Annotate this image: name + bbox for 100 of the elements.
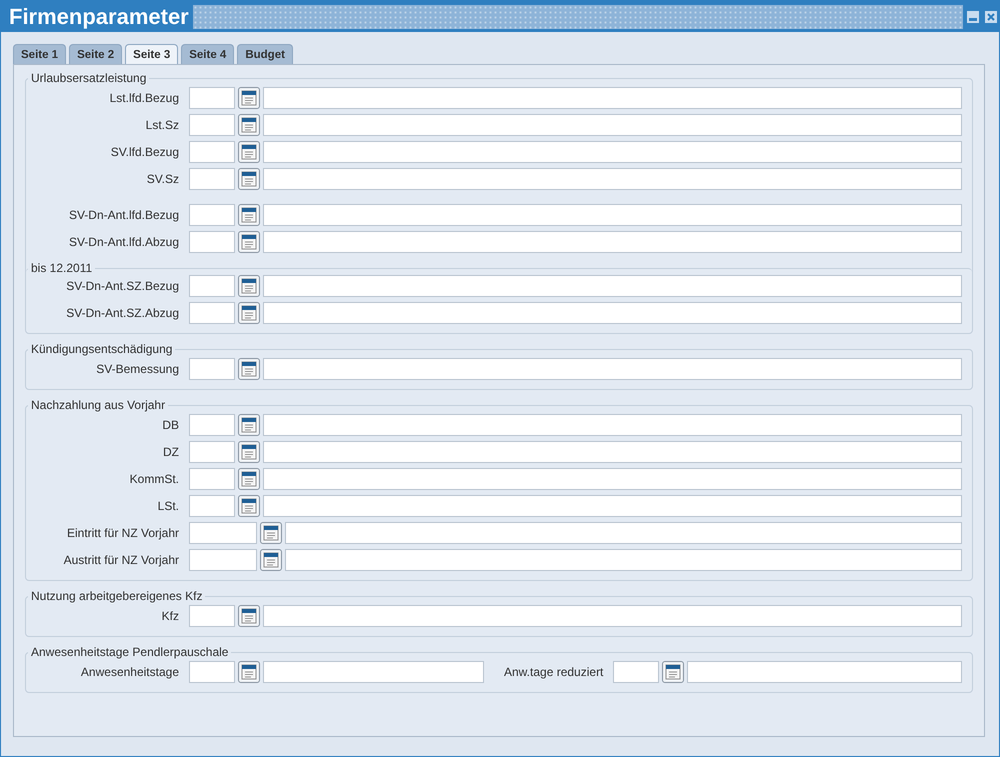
description-field[interactable] [263, 114, 962, 136]
code-field[interactable] [189, 141, 235, 163]
description-field[interactable] [263, 495, 962, 517]
field-label: Austritt für NZ Vorjahr [62, 553, 180, 567]
list-icon [241, 305, 257, 321]
lookup-button[interactable] [238, 414, 260, 436]
list-icon [241, 90, 257, 106]
description-field[interactable] [285, 549, 962, 571]
lookup-button[interactable] [260, 549, 282, 571]
description-field[interactable] [263, 661, 484, 683]
lookup-button[interactable] [238, 231, 260, 253]
lookup-button[interactable] [238, 441, 260, 463]
lookup-button[interactable] [238, 141, 260, 163]
list-icon [665, 664, 682, 680]
lookup-button[interactable] [662, 661, 684, 683]
description-field[interactable] [285, 522, 962, 544]
field-label: SV.lfd.Bezug [110, 145, 180, 159]
group-legend: Urlaubsersatzleistung [28, 71, 150, 85]
group-legend: Nutzung arbeitgebereigenes Kfz [28, 589, 206, 603]
code-field[interactable] [189, 522, 257, 544]
code-field[interactable] [189, 468, 235, 490]
tab[interactable]: Seite 4 [181, 44, 234, 64]
code-field[interactable] [189, 441, 235, 463]
description-field[interactable] [263, 168, 962, 190]
field-label: DB [161, 418, 180, 432]
lookup-button[interactable] [260, 522, 282, 544]
lookup-button[interactable] [238, 114, 260, 136]
close-button[interactable] [985, 10, 997, 22]
field-label: KommSt. [128, 472, 180, 486]
list-icon [241, 171, 257, 187]
tab[interactable]: Seite 1 [13, 44, 66, 64]
description-field[interactable] [263, 204, 962, 226]
tab[interactable]: Seite 3 [125, 44, 178, 64]
code-field[interactable] [189, 275, 235, 297]
code-field[interactable] [189, 358, 235, 380]
description-field[interactable] [263, 231, 962, 253]
list-icon [241, 144, 257, 160]
code-field[interactable] [189, 87, 235, 109]
description-field[interactable] [263, 468, 962, 490]
lookup-button[interactable] [238, 468, 260, 490]
list-icon [263, 552, 279, 568]
list-icon [241, 117, 257, 133]
description-field[interactable] [687, 661, 962, 683]
lookup-button[interactable] [238, 204, 260, 226]
code-field[interactable] [189, 231, 235, 253]
list-icon [241, 498, 257, 514]
code-field[interactable] [613, 661, 660, 683]
description-field[interactable] [263, 358, 962, 380]
field-label: Eintritt für NZ Vorjahr [66, 526, 180, 540]
code-field[interactable] [189, 414, 235, 436]
field-label: Anwesenheitstage [80, 665, 180, 679]
description-field[interactable] [263, 605, 962, 627]
list-icon [241, 207, 257, 223]
lookup-button[interactable] [238, 661, 260, 683]
field-label: SV-Bemessung [95, 362, 180, 376]
group-legend: Nachzahlung aus Vorjahr [28, 398, 168, 412]
list-icon [241, 664, 257, 680]
window-title: Firmenparameter [9, 4, 189, 30]
field-label: SV-Dn-Ant.SZ.Abzug [65, 306, 180, 320]
tab[interactable]: Seite 2 [69, 44, 122, 64]
code-field[interactable] [189, 302, 235, 324]
lookup-button[interactable] [238, 495, 260, 517]
lookup-button[interactable] [238, 87, 260, 109]
lookup-button[interactable] [238, 358, 260, 380]
field-label: LSt. [156, 499, 180, 513]
description-field[interactable] [263, 302, 962, 324]
group-legend: bis 12.2011 [28, 261, 96, 275]
lookup-button[interactable] [238, 275, 260, 297]
close-icon [987, 12, 995, 20]
code-field[interactable] [189, 661, 235, 683]
list-icon [241, 417, 257, 433]
description-field[interactable] [263, 275, 962, 297]
lookup-button[interactable] [238, 605, 260, 627]
lookup-button[interactable] [238, 302, 260, 324]
code-field[interactable] [189, 114, 235, 136]
group-legend: Anwesenheitstage Pendlerpauschale [28, 645, 232, 659]
code-field[interactable] [189, 549, 257, 571]
field-label: Lst.lfd.Bezug [108, 91, 180, 105]
code-field[interactable] [189, 605, 235, 627]
field-label: SV-Dn-Ant.lfd.Abzug [68, 235, 180, 249]
code-field[interactable] [189, 168, 235, 190]
minimize-button[interactable] [967, 10, 979, 22]
field-label: DZ [162, 445, 180, 459]
field-label: SV-Dn-Ant.lfd.Bezug [68, 208, 180, 222]
description-field[interactable] [263, 414, 962, 436]
tab[interactable]: Budget [237, 44, 293, 64]
list-icon [241, 444, 257, 460]
field-label: Lst.Sz [144, 118, 180, 132]
lookup-button[interactable] [238, 168, 260, 190]
description-field[interactable] [263, 141, 962, 163]
group-legend: Kündigungsentschädigung [28, 342, 176, 356]
list-icon [241, 234, 257, 250]
list-icon [241, 278, 257, 294]
list-icon [241, 608, 257, 624]
code-field[interactable] [189, 204, 235, 226]
description-field[interactable] [263, 87, 962, 109]
field-label: SV-Dn-Ant.SZ.Bezug [65, 279, 180, 293]
code-field[interactable] [189, 495, 235, 517]
field-label: SV.Sz [146, 172, 180, 186]
description-field[interactable] [263, 441, 962, 463]
